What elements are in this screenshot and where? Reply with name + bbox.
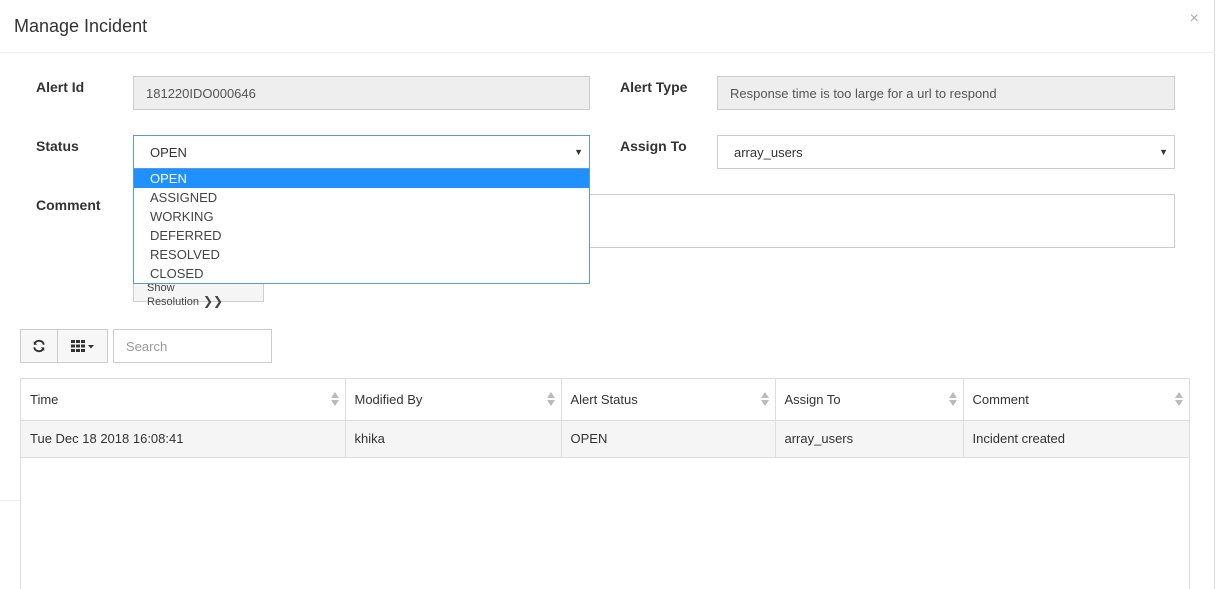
sort-icon (948, 392, 957, 408)
cell-assign-to: array_users (775, 420, 964, 458)
status-option-closed[interactable]: CLOSED (134, 264, 589, 283)
status-dropdown-list: OPEN ASSIGNED WORKING DEFERRED RESOLVED … (133, 169, 590, 284)
column-header-label: Modified By (354, 391, 423, 407)
caret-down-icon: ▼ (574, 147, 583, 157)
status-option-resolved[interactable]: RESOLVED (134, 245, 589, 264)
comment-textarea[interactable] (588, 194, 1175, 248)
assign-to-label: Assign To (620, 138, 687, 154)
assign-to-select[interactable]: array_users ▼ (717, 135, 1175, 169)
comment-label: Comment (36, 197, 101, 213)
alert-type-field: Response time is too large for a url to … (717, 76, 1175, 110)
status-option-assigned[interactable]: ASSIGNED (134, 188, 589, 207)
sort-icon (546, 392, 555, 408)
table-row[interactable]: Tue Dec 18 2018 16:08:41 khika OPEN arra… (21, 420, 1189, 458)
double-chevron-right-icon: ❯❯ (202, 294, 224, 308)
column-header-modified-by[interactable]: Modified By (345, 379, 562, 421)
cell-comment: Incident created (963, 420, 1189, 458)
column-header-label: Comment (972, 391, 1029, 407)
column-header-alert-status[interactable]: Alert Status (561, 379, 776, 421)
column-header-label: Time (30, 391, 59, 407)
assign-to-selected-value: array_users (734, 145, 803, 160)
status-selected-value: OPEN (150, 145, 187, 160)
incident-history-table: Time Modified By Alert Status Assign To … (20, 378, 1190, 589)
status-option-deferred[interactable]: DEFERRED (134, 226, 589, 245)
close-icon[interactable]: × (1190, 11, 1199, 27)
divider (0, 500, 20, 501)
column-header-label: Alert Status (570, 391, 638, 407)
cell-modified-by: khika (345, 420, 562, 458)
refresh-button[interactable] (20, 329, 58, 363)
columns-grid-icon (70, 340, 94, 352)
caret-down-icon: ▼ (1159, 147, 1168, 157)
table-header-row: Time Modified By Alert Status Assign To … (21, 379, 1189, 421)
column-header-label: Assign To (784, 391, 841, 407)
modal-title: Manage Incident (14, 16, 148, 36)
columns-button[interactable] (58, 329, 108, 363)
alert-id-field: 181220IDO000646 (133, 76, 590, 110)
column-header-assign-to[interactable]: Assign To (775, 379, 964, 421)
alert-type-label: Alert Type (620, 79, 688, 95)
modal-header: Manage Incident × (0, 0, 1215, 53)
status-option-open[interactable]: OPEN (134, 169, 589, 188)
cell-time: Tue Dec 18 2018 16:08:41 (21, 420, 346, 458)
manage-incident-modal: Manage Incident × Alert Id 181220IDO0006… (0, 0, 1215, 589)
column-header-comment[interactable]: Comment (963, 379, 1189, 421)
status-select[interactable]: OPEN ▼ (133, 135, 590, 169)
search-input[interactable] (113, 329, 272, 363)
sort-icon (1175, 392, 1183, 408)
show-resolution-label: Show Resolution (147, 282, 199, 308)
table-toolbar (20, 329, 108, 363)
status-label: Status (36, 138, 79, 154)
sort-icon (330, 392, 339, 408)
sort-icon (760, 392, 769, 408)
status-option-working[interactable]: WORKING (134, 207, 589, 226)
refresh-icon (33, 339, 45, 353)
cell-alert-status: OPEN (561, 420, 776, 458)
column-header-time[interactable]: Time (21, 379, 346, 421)
alert-id-label: Alert Id (36, 79, 85, 95)
